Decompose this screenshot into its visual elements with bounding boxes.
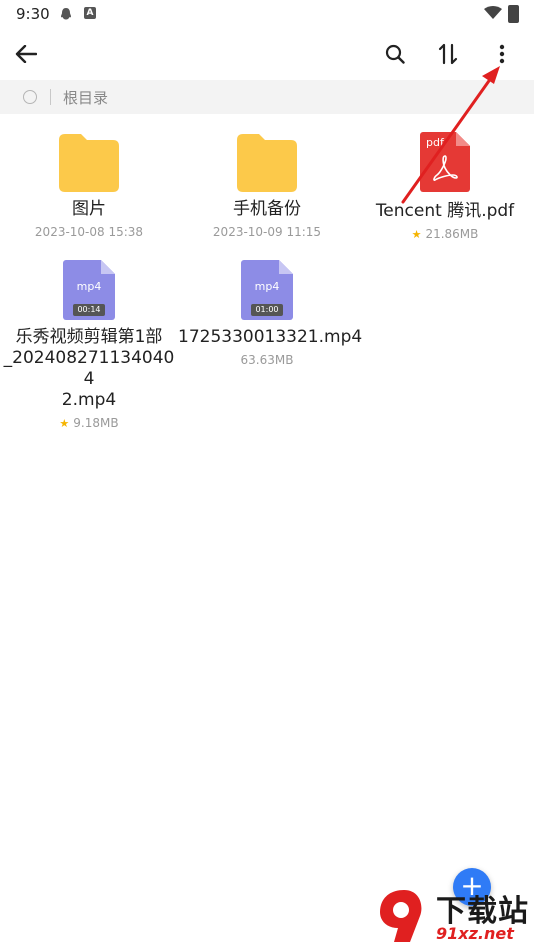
back-arrow-icon [15,45,37,63]
breadcrumb-root[interactable]: 根目录 [63,87,108,108]
select-all-radio[interactable] [23,90,37,104]
file-type-label: pdf [426,136,444,149]
battery-icon [508,5,519,23]
file-item-video-2[interactable]: mp4 01:00 1725330013321.mp4 63.63MB [178,260,363,367]
file-type-label: mp4 [254,280,280,293]
back-button[interactable] [4,28,48,80]
watermark-logo-icon [380,890,422,942]
qq-icon [61,8,71,20]
breadcrumb-divider [50,89,51,105]
notification-app-icon: A [84,7,96,19]
file-size: ★ 21.86MB [411,227,479,241]
wifi-icon [484,6,502,19]
file-name: 1725330013321.mp4 [178,327,363,347]
search-button[interactable] [373,28,417,80]
file-size: ★ 9.18MB [59,416,119,430]
folder-icon [237,134,297,192]
file-item-pdf[interactable]: pdf Tencent 腾讯.pdf ★ 21.86MB [356,132,534,242]
breadcrumb: 根目录 [0,80,534,114]
star-icon: ★ [411,228,422,241]
video-file-icon: mp4 00:14 [63,260,115,320]
watermark: 下载站 91xz.net [370,882,534,950]
acrobat-symbol-icon [433,155,458,181]
file-size: 63.63MB [240,353,294,367]
status-bar: 9:30 A [0,0,534,28]
sort-icon [438,43,458,65]
pdf-file-icon: pdf [420,132,470,192]
file-item-folder-backup[interactable]: 手机备份 2023-10-09 11:15 [178,134,356,239]
file-item-folder-pictures[interactable]: 图片 2023-10-08 15:38 [0,134,178,239]
file-name: Tencent 腾讯.pdf [375,201,515,221]
status-time: 9:30 [16,5,50,23]
file-item-video-1[interactable]: mp4 00:14 乐秀视频剪辑第1部 _202408271134040 4 2… [0,260,178,431]
file-name: 手机备份 [233,199,301,219]
file-type-label: mp4 [76,280,102,293]
toolbar [0,28,534,80]
video-file-icon: mp4 01:00 [241,260,293,320]
star-icon: ★ [59,417,70,430]
video-duration: 00:14 [73,304,105,316]
search-icon [385,44,405,64]
file-date: 2023-10-08 15:38 [34,225,144,239]
more-vert-icon [499,44,505,64]
sort-button[interactable] [426,28,470,80]
video-duration: 01:00 [251,304,283,316]
folder-icon [59,134,119,192]
file-name: 乐秀视频剪辑第1部 _202408271134040 4 2.mp4 [3,327,175,410]
file-name: 图片 [72,199,106,219]
watermark-url: 91xz.net [436,924,514,943]
file-date: 2023-10-09 11:15 [212,225,322,239]
more-options-button[interactable] [480,28,524,80]
